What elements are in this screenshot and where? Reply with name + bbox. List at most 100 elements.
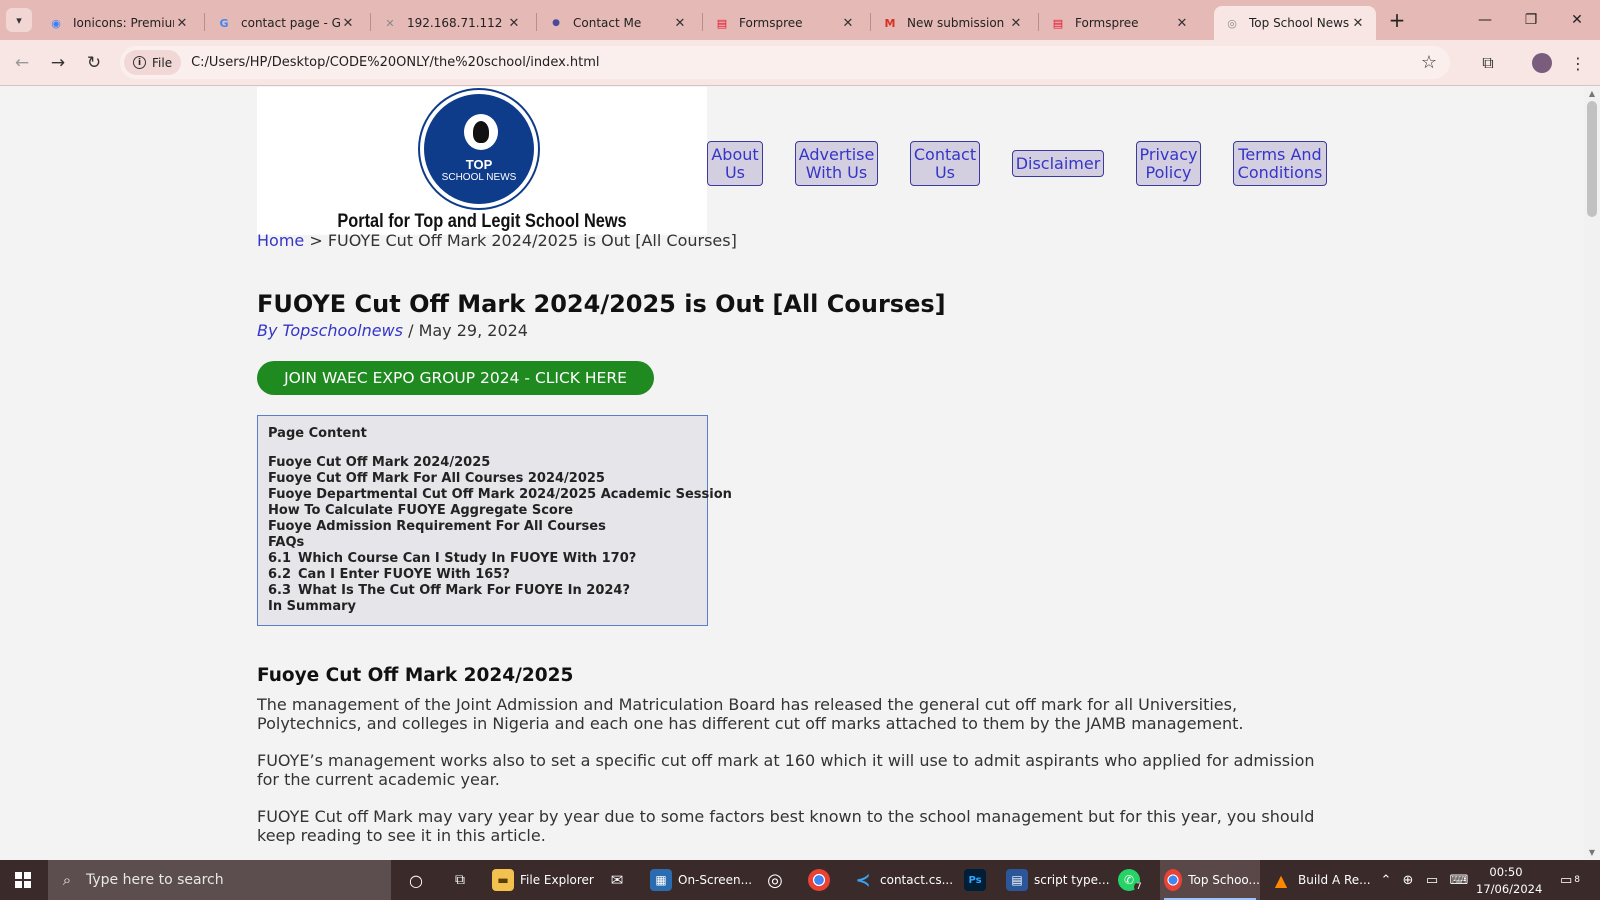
taskbar-app-obs[interactable]: ◎ xyxy=(764,860,792,900)
language-tray-icon[interactable]: ⊕ xyxy=(1398,860,1418,900)
tab-search-button[interactable]: ▾ xyxy=(6,8,32,32)
browser-tab[interactable]: ▤ Formspree ✕ xyxy=(704,6,866,40)
nav-disclaimer[interactable]: Disclaimer xyxy=(1012,150,1104,177)
chrome-icon xyxy=(808,869,830,891)
toc-link[interactable]: Fuoye Admission Requirement For All Cour… xyxy=(268,519,697,535)
close-tab-icon[interactable]: ✕ xyxy=(840,16,856,31)
site-header-logo[interactable]: TOP SCHOOL NEWS Portal for Top and Legit… xyxy=(257,87,707,235)
show-hidden-icons-button[interactable]: ⌃ xyxy=(1378,860,1394,900)
minimize-button[interactable]: — xyxy=(1462,0,1508,40)
toc-link[interactable]: Fuoye Cut Off Mark For All Courses 2024/… xyxy=(268,471,697,487)
address-bar[interactable]: i File C:/Users/HP/Desktop/CODE%20ONLY/t… xyxy=(120,46,1450,79)
new-tab-button[interactable]: + xyxy=(1384,8,1410,32)
browser-menu-button[interactable]: ⋮ xyxy=(1564,50,1592,76)
arrow-right-icon: → xyxy=(50,53,66,73)
cortana-button[interactable]: ○ xyxy=(400,860,432,900)
close-tab-icon[interactable]: ✕ xyxy=(1174,16,1190,31)
toc-link[interactable]: 6.1 Which Course Can I Study In FUOYE Wit… xyxy=(268,551,697,567)
close-tab-icon[interactable]: ✕ xyxy=(174,16,190,31)
toc-link-text: Fuoye Cut Off Mark 2024/2025 xyxy=(268,455,491,470)
keyboard-tray-icon[interactable]: ⌨ xyxy=(1446,860,1472,900)
browser-tab[interactable]: ▤ Formspree ✕ xyxy=(1040,6,1200,40)
circle-icon: ○ xyxy=(409,870,423,890)
toc-link[interactable]: Fuoye Cut Off Mark 2024/2025 xyxy=(268,455,697,471)
notification-center-button[interactable]: ▭ 8 xyxy=(1552,860,1588,900)
close-tab-icon[interactable]: ✕ xyxy=(1350,16,1366,31)
site-info-chip[interactable]: i File xyxy=(124,50,182,75)
toc-link-text: Fuoye Departmental Cut Off Mark 2024/202… xyxy=(268,487,732,502)
avatar xyxy=(1532,53,1552,73)
browser-tab[interactable]: ◉ Ionicons: Premium ✕ xyxy=(38,6,200,40)
back-button[interactable]: ← xyxy=(8,50,36,76)
taskbar-app-word[interactable]: ▤ script type... xyxy=(1006,860,1110,900)
scroll-up-icon[interactable]: ▲ xyxy=(1584,89,1600,98)
browser-toolbar: ← → ↻ i File C:/Users/HP/Desktop/CODE%20… xyxy=(0,40,1600,86)
restore-button[interactable]: ❐ xyxy=(1508,0,1554,40)
logo-text-bottom: SCHOOL NEWS xyxy=(441,172,517,183)
url-text[interactable]: C:/Users/HP/Desktop/CODE%20ONLY/the%20sc… xyxy=(191,55,1414,70)
taskbar-app-chrome-active[interactable]: Top Schoo... xyxy=(1160,860,1260,900)
scrollbar-thumb[interactable] xyxy=(1587,101,1597,217)
taskbar-app-mail[interactable]: ✉ xyxy=(606,860,634,900)
close-window-button[interactable]: ✕ xyxy=(1554,0,1600,40)
system-clock[interactable]: 00:50 17/06/2024 xyxy=(1476,864,1542,898)
close-tab-icon[interactable]: ✕ xyxy=(672,16,688,31)
close-tab-icon[interactable]: ✕ xyxy=(506,16,522,31)
browser-tab[interactable]: M New submission f ✕ xyxy=(872,6,1034,40)
nav-contact-us[interactable]: Contact Us xyxy=(910,141,980,186)
keyboard-icon: ⌨ xyxy=(1449,872,1469,888)
site-logo: TOP SCHOOL NEWS xyxy=(420,90,538,208)
close-tab-icon[interactable]: ✕ xyxy=(1008,16,1024,31)
toc-number: 6.1 xyxy=(268,551,292,566)
plus-icon: + xyxy=(1388,8,1406,32)
formspree-favicon-icon: ▤ xyxy=(1052,16,1064,30)
task-view-button[interactable]: ⧉ xyxy=(444,860,476,900)
toc-link-text: Fuoye Admission Requirement For All Cour… xyxy=(268,519,606,534)
taskbar-app-onscreen[interactable]: ▦ On-Screen... xyxy=(650,860,752,900)
globe-favicon-icon: ◎ xyxy=(1227,16,1237,30)
taskbar-app-vscode[interactable]: ≺ contact.cs... xyxy=(852,860,953,900)
taskbar-app-whatsapp[interactable]: ✆ 7 xyxy=(1118,860,1146,900)
nav-privacy-policy[interactable]: Privacy Policy xyxy=(1136,141,1201,186)
reload-button[interactable]: ↻ xyxy=(80,50,108,76)
start-button[interactable] xyxy=(0,860,46,900)
breadcrumb-home-link[interactable]: Home xyxy=(257,231,304,250)
author-link[interactable]: By Topschoolnews xyxy=(257,321,403,340)
minimize-icon: — xyxy=(1478,12,1492,28)
taskbar-app-vlc[interactable]: ▲ Build A Re... xyxy=(1270,860,1371,900)
toc-link-text: In Summary xyxy=(268,599,356,614)
breadcrumb: Home > FUOYE Cut Off Mark 2024/2025 is O… xyxy=(257,231,737,250)
bookmark-star-icon[interactable]: ☆ xyxy=(1414,52,1444,73)
battery-tray-icon[interactable]: ▭ xyxy=(1422,860,1442,900)
browser-tab-active[interactable]: ◎ Top School News ✕ xyxy=(1214,6,1376,40)
document-icon: ▤ xyxy=(1006,869,1028,891)
taskbar-app-photoshop[interactable]: Ps xyxy=(964,860,992,900)
toc-link[interactable]: FAQs xyxy=(268,535,697,551)
nav-about-us[interactable]: About Us xyxy=(707,141,763,186)
toc-link[interactable]: 6.3 What Is The Cut Off Mark For FUOYE In… xyxy=(268,583,697,599)
toc-link[interactable]: 6.2 Can I Enter FUOYE With 165? xyxy=(268,567,697,583)
publish-date: May 29, 2024 xyxy=(418,321,528,340)
toc-link[interactable]: How To Calculate FUOYE Aggregate Score xyxy=(268,503,697,519)
toc-link[interactable]: In Summary xyxy=(268,599,697,615)
google-favicon-icon: G xyxy=(219,16,229,30)
extensions-button[interactable]: ⧉ xyxy=(1474,50,1502,76)
article-meta: By Topschoolnews / May 29, 2024 xyxy=(257,321,528,340)
toc-number: 6.3 xyxy=(268,583,292,598)
taskbar-app-chrome[interactable] xyxy=(808,860,836,900)
taskbar-app-file-explorer[interactable]: ▬ File Explorer xyxy=(492,860,602,900)
page-scrollbar[interactable]: ▲ ▼ xyxy=(1584,87,1600,859)
nav-advertise[interactable]: Advertise With Us xyxy=(795,141,878,186)
close-tab-icon[interactable]: ✕ xyxy=(340,16,356,31)
browser-tab[interactable]: ✕ 192.168.71.112 ✕ xyxy=(372,6,532,40)
taskbar-search[interactable]: ⌕ Type here to search xyxy=(48,860,391,900)
profile-button[interactable] xyxy=(1528,50,1556,76)
taskbar-app-label: On-Screen... xyxy=(678,873,753,887)
scroll-down-icon[interactable]: ▼ xyxy=(1584,848,1600,857)
nav-terms[interactable]: Terms And Conditions xyxy=(1233,141,1327,186)
forward-button[interactable]: → xyxy=(44,50,72,76)
browser-tab[interactable]: ● Contact Me ✕ xyxy=(538,6,698,40)
join-waec-group-button[interactable]: JOIN WAEC EXPO GROUP 2024 - CLICK HERE xyxy=(257,361,654,395)
toc-link[interactable]: Fuoye Departmental Cut Off Mark 2024/202… xyxy=(268,487,732,503)
browser-tab[interactable]: G contact page - Go ✕ xyxy=(206,6,366,40)
